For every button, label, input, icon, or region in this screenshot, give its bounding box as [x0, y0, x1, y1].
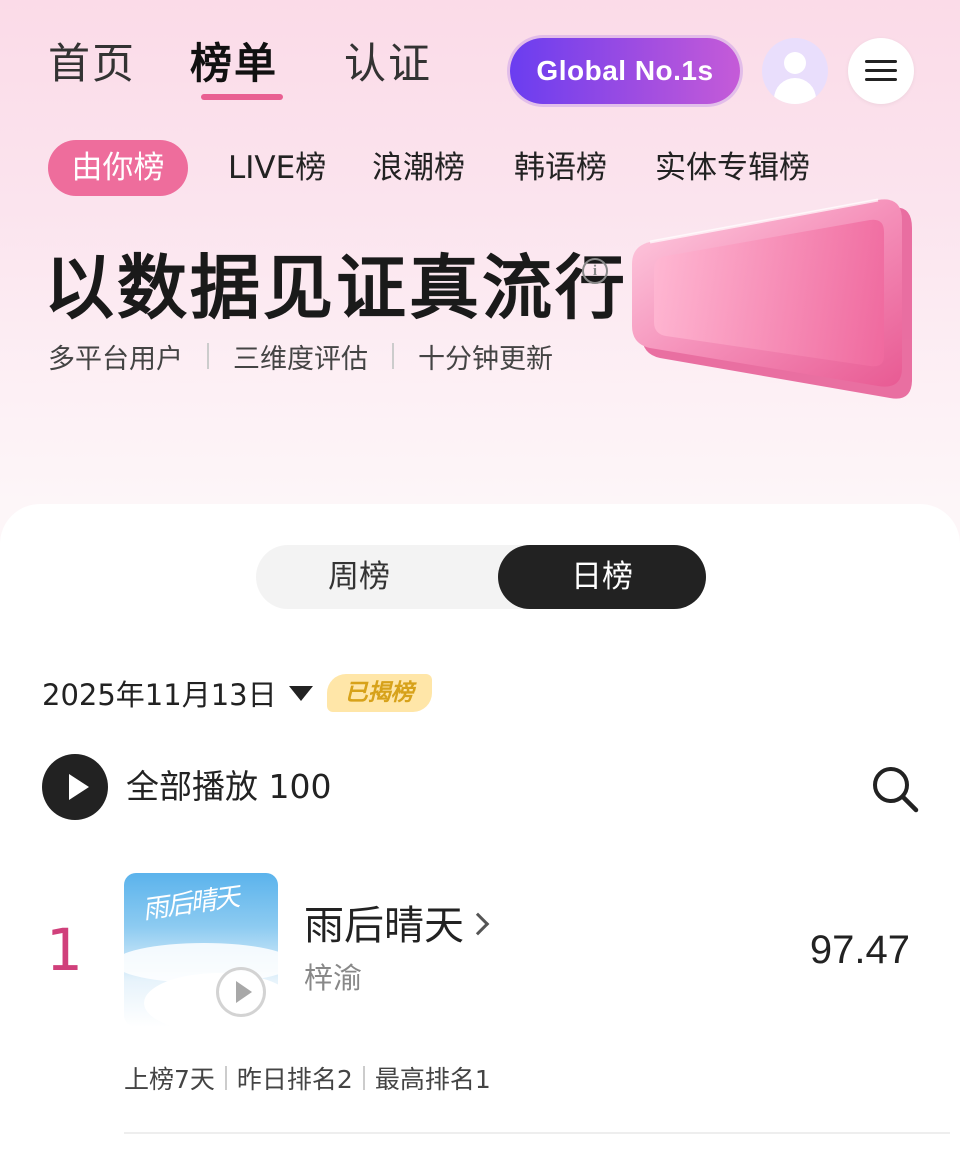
- avatar-head-shape: [784, 52, 806, 74]
- entry-stats: 上榜7天 昨日排名2 最高排名1: [124, 1058, 491, 1098]
- stat-peak-rank: 最高排名1: [374, 1065, 491, 1094]
- divider: [207, 343, 209, 369]
- chart-date[interactable]: 2025年11月13日: [42, 672, 277, 714]
- toggle-daily[interactable]: 日榜: [498, 545, 706, 609]
- caret-down-icon[interactable]: [288, 685, 313, 701]
- avatar[interactable]: [762, 38, 828, 104]
- divider: [362, 1066, 365, 1090]
- date-selector[interactable]: 2025年11月13日 已揭榜: [42, 668, 432, 718]
- hero-features: 多平台用户 三维度评估 十分钟更新: [48, 336, 553, 376]
- pink-play-3d-illustration: [632, 198, 912, 399]
- play-all-label[interactable]: 全部播放 100: [126, 762, 332, 812]
- info-icon[interactable]: i: [582, 258, 608, 284]
- subtab-youni[interactable]: 由你榜: [48, 140, 188, 196]
- stat-days-on-chart: 上榜7天: [124, 1065, 215, 1094]
- song-score: 97.47: [809, 928, 910, 972]
- status-badge: 已揭榜: [326, 674, 432, 712]
- menu-button[interactable]: [848, 38, 914, 104]
- toggle-weekly[interactable]: 周榜: [256, 545, 462, 609]
- cover-play-button[interactable]: [216, 967, 266, 1017]
- row-divider: [124, 1132, 950, 1134]
- subtab-live[interactable]: LIVE榜: [228, 140, 326, 196]
- top-nav: 首页 榜单 认证 Global No.1s: [0, 0, 960, 130]
- hero-feature: 三维度评估: [233, 343, 368, 375]
- nav-tab-certification[interactable]: 认证: [344, 36, 432, 92]
- nav-active-indicator: [201, 94, 283, 100]
- play-all-count: 100: [268, 767, 332, 806]
- play-all-button[interactable]: [42, 754, 108, 820]
- cover-artwork-lettering: 雨后晴天: [140, 882, 240, 926]
- divider: [392, 343, 394, 369]
- divider: [224, 1066, 227, 1090]
- subtab-korean[interactable]: 韩语榜: [514, 140, 607, 196]
- play-icon: [69, 774, 89, 800]
- hero-title: 以数据见证真流行: [44, 247, 628, 329]
- subtab-langchao[interactable]: 浪潮榜: [372, 140, 465, 196]
- rank-number: 1: [46, 916, 83, 984]
- stat-yesterday-rank: 昨日排名2: [236, 1065, 353, 1094]
- global-no1s-button[interactable]: Global No.1s: [510, 38, 740, 104]
- search-icon[interactable]: [870, 764, 920, 814]
- play-all-text: 全部播放: [126, 767, 258, 806]
- play-icon: [236, 981, 252, 1003]
- avatar-body-shape: [774, 78, 816, 104]
- nav-tab-home[interactable]: 首页: [48, 36, 136, 92]
- nav-tab-charts[interactable]: 榜单: [190, 36, 278, 92]
- song-title[interactable]: 雨后晴天: [304, 898, 464, 954]
- subtab-physical-album[interactable]: 实体专辑榜: [655, 140, 810, 196]
- artist-name[interactable]: 梓渝: [304, 958, 362, 998]
- hero-feature: 十分钟更新: [418, 343, 553, 375]
- album-cover[interactable]: 雨后晴天: [124, 873, 278, 1027]
- hero-feature: 多平台用户: [48, 343, 183, 375]
